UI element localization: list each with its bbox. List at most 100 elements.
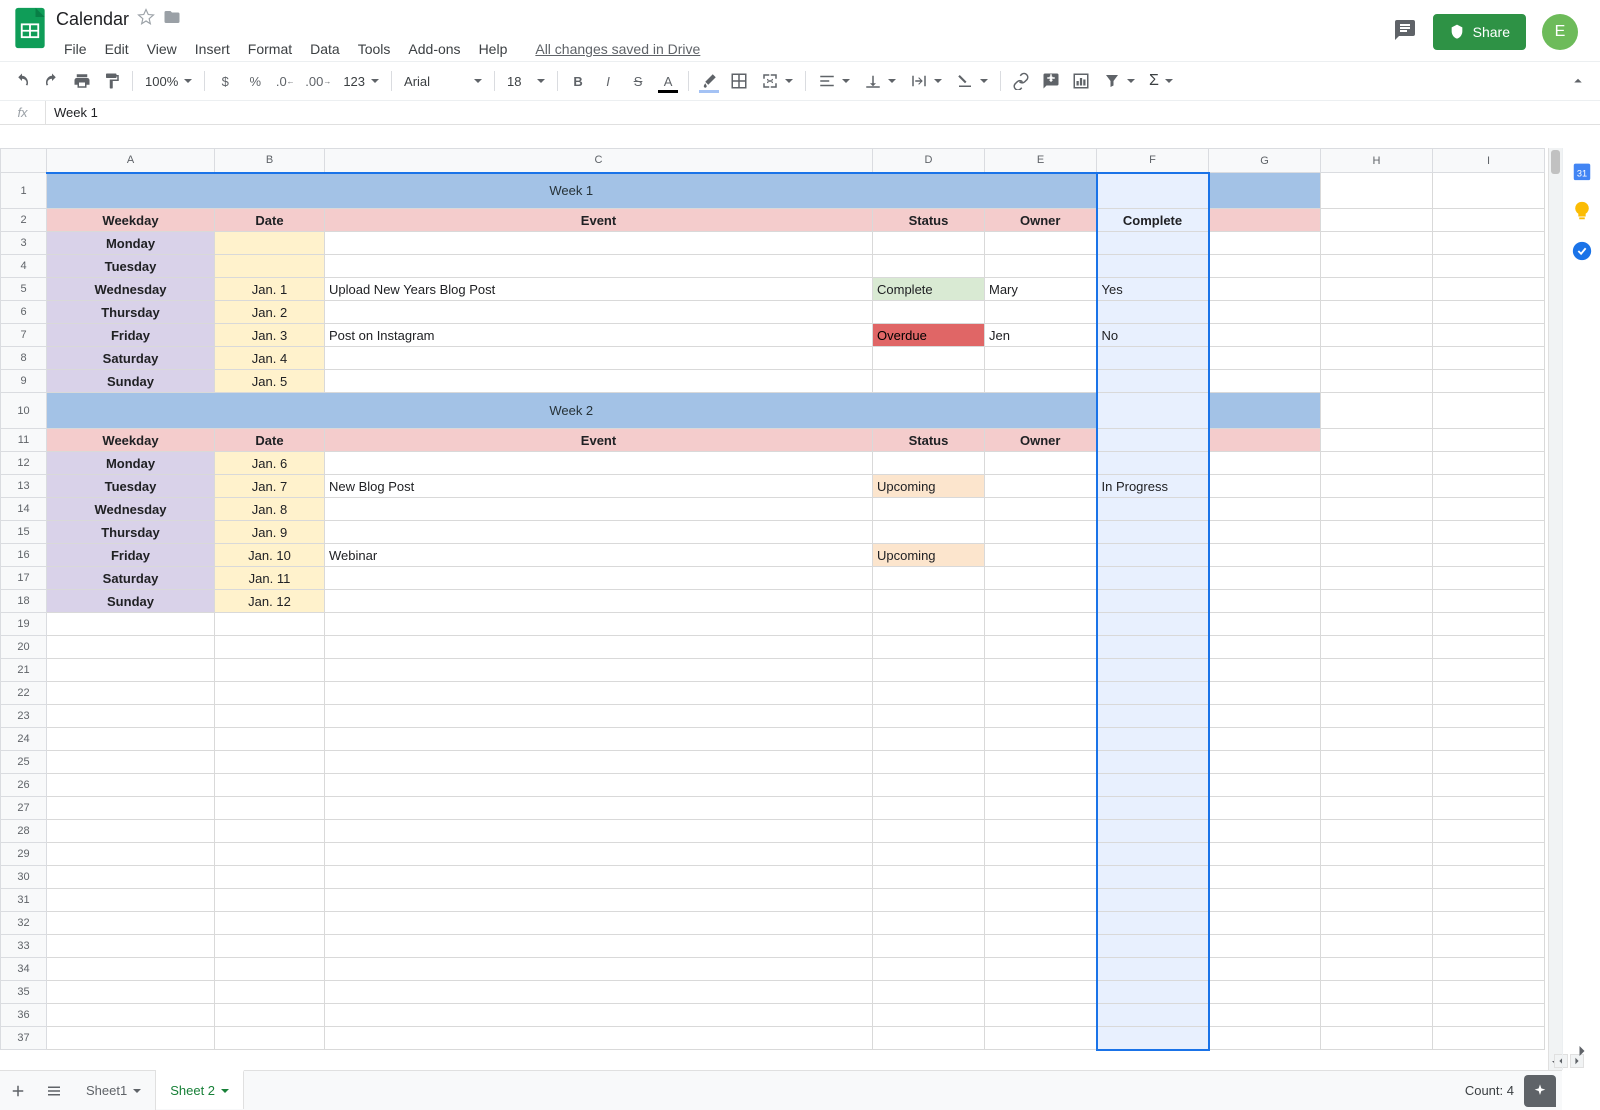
cell[interactable] <box>1321 232 1433 255</box>
cell[interactable] <box>1321 544 1433 567</box>
cell[interactable]: Jan. 8 <box>215 498 325 521</box>
cell[interactable]: Jan. 2 <box>215 301 325 324</box>
cell[interactable] <box>215 797 325 820</box>
cell[interactable] <box>1321 613 1433 636</box>
cell[interactable] <box>873 797 985 820</box>
cell[interactable] <box>1321 278 1433 301</box>
cell[interactable] <box>1433 347 1545 370</box>
cell[interactable] <box>47 728 215 751</box>
cell[interactable] <box>1433 324 1545 347</box>
cell[interactable] <box>325 843 873 866</box>
cell[interactable] <box>985 521 1097 544</box>
cell[interactable] <box>325 935 873 958</box>
cell[interactable] <box>325 1004 873 1027</box>
cell[interactable] <box>1433 567 1545 590</box>
cell[interactable]: Jan. 9 <box>215 521 325 544</box>
cell[interactable] <box>1209 347 1321 370</box>
bold-button[interactable]: B <box>564 66 592 96</box>
row-header[interactable]: 29 <box>1 843 47 866</box>
filter-button[interactable] <box>1097 66 1141 96</box>
tasks-icon[interactable] <box>1571 240 1593 262</box>
cell[interactable] <box>985 567 1097 590</box>
text-color-button[interactable]: A <box>654 66 682 96</box>
cell[interactable] <box>1209 912 1321 935</box>
cell[interactable] <box>215 889 325 912</box>
cell[interactable]: Friday <box>47 544 215 567</box>
document-title[interactable]: Calendar <box>56 9 129 30</box>
cell[interactable] <box>1433 797 1545 820</box>
cell[interactable] <box>1209 429 1321 452</box>
number-format-combo[interactable]: 123 <box>337 66 385 96</box>
row-header[interactable]: 26 <box>1 774 47 797</box>
row-header[interactable]: 23 <box>1 705 47 728</box>
cell[interactable]: Jan. 6 <box>215 452 325 475</box>
undo-button[interactable] <box>8 66 36 96</box>
cell[interactable] <box>1209 544 1321 567</box>
menu-add-ons[interactable]: Add-ons <box>400 37 468 61</box>
menu-data[interactable]: Data <box>302 37 348 61</box>
dec-decrease-button[interactable]: .0← <box>271 66 299 96</box>
cell[interactable] <box>1097 452 1209 475</box>
cell[interactable]: Jan. 10 <box>215 544 325 567</box>
cell[interactable]: No <box>1097 324 1209 347</box>
cell[interactable] <box>1097 255 1209 278</box>
cell[interactable] <box>47 659 215 682</box>
cell[interactable] <box>1097 774 1209 797</box>
cell[interactable] <box>873 728 985 751</box>
cell[interactable]: Jan. 4 <box>215 347 325 370</box>
cell[interactable] <box>985 232 1097 255</box>
percent-button[interactable]: % <box>241 66 269 96</box>
cell[interactable] <box>325 232 873 255</box>
cell[interactable] <box>1209 590 1321 613</box>
row-header[interactable]: 8 <box>1 347 47 370</box>
cell[interactable] <box>215 613 325 636</box>
row-header[interactable]: 37 <box>1 1027 47 1050</box>
cell[interactable] <box>325 751 873 774</box>
cell[interactable] <box>985 958 1097 981</box>
cell[interactable] <box>1097 370 1209 393</box>
cell[interactable] <box>1321 452 1433 475</box>
cell[interactable]: Event <box>325 429 873 452</box>
cell[interactable] <box>1433 682 1545 705</box>
cell[interactable] <box>215 912 325 935</box>
cell[interactable] <box>1209 981 1321 1004</box>
cell[interactable] <box>985 544 1097 567</box>
cell[interactable]: Thursday <box>47 521 215 544</box>
italic-button[interactable]: I <box>594 66 622 96</box>
row-header[interactable]: 36 <box>1 1004 47 1027</box>
cell[interactable] <box>1433 958 1545 981</box>
cell[interactable] <box>985 682 1097 705</box>
cell[interactable] <box>1209 820 1321 843</box>
cell[interactable] <box>1433 452 1545 475</box>
row-header[interactable]: 11 <box>1 429 47 452</box>
cell[interactable] <box>1321 429 1433 452</box>
cell[interactable] <box>1097 659 1209 682</box>
cell[interactable] <box>47 682 215 705</box>
cell[interactable]: In Progress <box>1097 475 1209 498</box>
cell[interactable] <box>873 889 985 912</box>
cell[interactable] <box>1321 866 1433 889</box>
cell[interactable] <box>1321 797 1433 820</box>
cell[interactable] <box>873 682 985 705</box>
cell[interactable]: Wednesday <box>47 278 215 301</box>
cell[interactable] <box>215 636 325 659</box>
cell[interactable] <box>1433 393 1545 429</box>
cell[interactable] <box>873 981 985 1004</box>
cell[interactable] <box>985 347 1097 370</box>
merge-button[interactable] <box>755 66 799 96</box>
cell[interactable]: Overdue <box>873 324 985 347</box>
cell[interactable] <box>1097 173 1209 209</box>
cell[interactable] <box>1321 843 1433 866</box>
cell[interactable] <box>1209 452 1321 475</box>
share-button[interactable]: Share <box>1433 14 1526 50</box>
cell[interactable] <box>1321 324 1433 347</box>
cell[interactable] <box>325 820 873 843</box>
cell[interactable] <box>985 590 1097 613</box>
menu-insert[interactable]: Insert <box>187 37 238 61</box>
cell[interactable] <box>1321 981 1433 1004</box>
cell[interactable]: Wednesday <box>47 498 215 521</box>
cell[interactable]: Jan. 1 <box>215 278 325 301</box>
cell[interactable] <box>1097 682 1209 705</box>
cell[interactable] <box>1097 912 1209 935</box>
cell[interactable] <box>215 255 325 278</box>
